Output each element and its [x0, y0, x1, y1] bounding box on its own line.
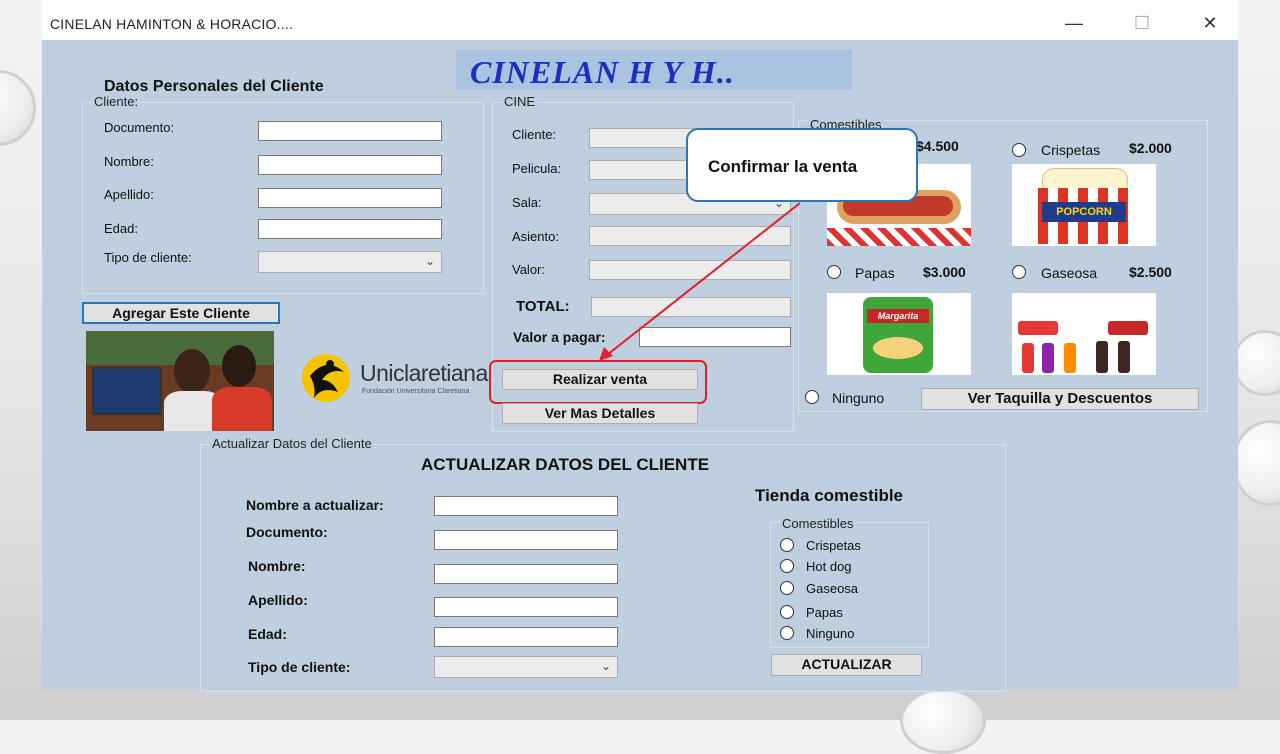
- bubble-decoration: [1232, 420, 1280, 506]
- maximize-button[interactable]: ☐: [1122, 8, 1162, 38]
- upd-papas-radio[interactable]: [780, 605, 794, 619]
- bubble-decoration: [1232, 330, 1280, 396]
- upd-option-label: Ninguno: [806, 626, 855, 641]
- nombre-actualizar-field[interactable]: [434, 496, 618, 516]
- actualizar-group-label: Actualizar Datos del Cliente: [210, 436, 374, 451]
- close-button[interactable]: ✕: [1190, 8, 1230, 38]
- tienda-heading: Tienda comestible: [755, 486, 904, 505]
- actualizar-button[interactable]: ACTUALIZAR: [771, 654, 922, 676]
- upd-option-label: Hot dog: [806, 559, 852, 574]
- upd-comestibles-label: Comestibles: [780, 516, 856, 531]
- upd-tipo-select[interactable]: ⌄: [434, 656, 618, 678]
- bubble-decoration: [900, 688, 986, 754]
- bubble-decoration: [0, 70, 36, 146]
- nombre-actualizar-label: Nombre a actualizar:: [246, 497, 384, 513]
- upd-documento-field[interactable]: [434, 530, 618, 550]
- upd-ninguno-radio[interactable]: [780, 626, 794, 640]
- upd-hotdog-radio[interactable]: [780, 559, 794, 573]
- chevron-down-icon: ⌄: [600, 659, 611, 673]
- window-title: CINELAN HAMINTON & HORACIO....: [50, 16, 293, 32]
- upd-nombre-label: Nombre:: [248, 558, 306, 574]
- upd-apellido-label: Apellido:: [248, 592, 308, 608]
- upd-apellido-field[interactable]: [434, 597, 618, 617]
- upd-option-label: Gaseosa: [806, 581, 859, 596]
- upd-edad-label: Edad:: [248, 626, 287, 642]
- upd-tipo-label: Tipo de cliente:: [248, 659, 351, 675]
- upd-crispetas-radio[interactable]: [780, 538, 794, 552]
- upd-option-label: Crispetas: [806, 538, 861, 553]
- minimize-button[interactable]: —: [1054, 8, 1094, 38]
- upd-gaseosa-radio[interactable]: [780, 581, 794, 595]
- upd-option-label: Papas: [806, 605, 843, 620]
- upd-edad-field[interactable]: [434, 627, 618, 647]
- main-form: CINELAN H Y H.. Datos Personales del Cli…: [42, 40, 1238, 692]
- actualizar-heading: ACTUALIZAR DATOS DEL CLIENTE: [421, 455, 710, 474]
- upd-nombre-field[interactable]: [434, 564, 618, 584]
- window-titlebar: CINELAN HAMINTON & HORACIO.... — ☐ ✕: [42, 0, 1238, 40]
- upd-documento-label: Documento:: [246, 524, 328, 540]
